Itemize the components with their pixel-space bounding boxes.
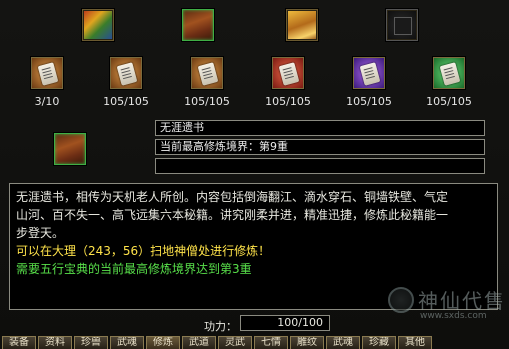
tab-cultivation[interactable]: 修炼	[146, 336, 180, 349]
watermark-text: 神仙代售	[418, 289, 506, 313]
watermark-url: www.sxds.com	[420, 311, 487, 321]
scroll-slot-5[interactable]	[353, 57, 385, 89]
white-scroll-icon	[278, 62, 300, 86]
tab-collection[interactable]: 珍藏	[362, 336, 396, 349]
tab-info[interactable]: 资料	[38, 336, 72, 349]
watermark-logo: 神仙代售 www.sxds.com	[388, 283, 506, 327]
tab-wudao[interactable]: 武道	[182, 336, 216, 349]
white-scroll-icon	[37, 62, 59, 86]
scroll-slot-6[interactable]	[433, 57, 465, 89]
train-location-hint: 可以在大理（243，56）扫地神僧处进行修炼！	[16, 244, 271, 258]
white-scroll-icon	[439, 62, 461, 86]
multicolor-book-icon[interactable]	[82, 9, 114, 41]
scroll-count-2: 105/105	[103, 95, 149, 108]
tab-wuhun-2[interactable]: 武魂	[326, 336, 360, 349]
desc-line-1: 无涯遗书，相传为天机老人所创。内容包括倒海翻江、滴水穿石、铜墙铁壁、气定	[16, 190, 449, 204]
book-realm-field: 当前最高修炼境界：第9重	[155, 139, 485, 155]
white-scroll-icon	[197, 62, 219, 86]
scroll-count-3: 105/105	[184, 95, 230, 108]
book-extra-field	[155, 158, 485, 174]
golden-scroll-icon[interactable]	[286, 9, 318, 41]
power-label: 功力：	[204, 320, 237, 333]
tab-lingwu[interactable]: 灵武	[218, 336, 252, 349]
tab-diaowen[interactable]: 雕纹	[290, 336, 324, 349]
scroll-count-5: 105/105	[346, 95, 392, 108]
power-value: 100/100	[240, 315, 330, 331]
tab-wuhun[interactable]: 武魂	[110, 336, 144, 349]
selected-book-icon[interactable]	[54, 133, 86, 165]
empty-slot-frame	[394, 17, 412, 35]
white-scroll-icon	[359, 62, 381, 86]
requirement-text: 需要五行宝典的当前最高修炼境界达到第3重	[16, 262, 252, 276]
scroll-count-4: 105/105	[265, 95, 311, 108]
tab-other[interactable]: 其他	[398, 336, 432, 349]
scroll-bundle-icon[interactable]	[182, 9, 214, 41]
scroll-slot-4[interactable]	[272, 57, 304, 89]
scroll-count-6: 105/105	[426, 95, 472, 108]
tab-equipment[interactable]: 装备	[2, 336, 36, 349]
book-name-field: 无涯遗书	[155, 120, 485, 136]
desc-line-3: 步登天。	[16, 226, 65, 240]
white-scroll-icon	[116, 62, 138, 86]
scroll-slot-2[interactable]	[110, 57, 142, 89]
scroll-slot-1[interactable]	[31, 57, 63, 89]
tab-qiqing[interactable]: 七情	[254, 336, 288, 349]
desc-line-2: 山河、百不失一、高飞远集六本秘籍。讲究刚柔并进，精准迅捷，修炼此秘籍能一	[16, 208, 449, 222]
scroll-slot-3[interactable]	[191, 57, 223, 89]
bottom-tab-bar: 装备 资料 珍兽 武魂 修炼 武道 灵武 七情 雕纹 武魂 珍藏 其他	[0, 336, 509, 349]
scroll-count-1: 3/10	[34, 95, 60, 108]
mascot-icon	[388, 287, 414, 313]
empty-slot-icon[interactable]	[386, 9, 418, 41]
cultivation-panel: 3/10 105/105 105/105 105/105 105/105 105…	[0, 0, 509, 349]
tab-pets[interactable]: 珍兽	[74, 336, 108, 349]
